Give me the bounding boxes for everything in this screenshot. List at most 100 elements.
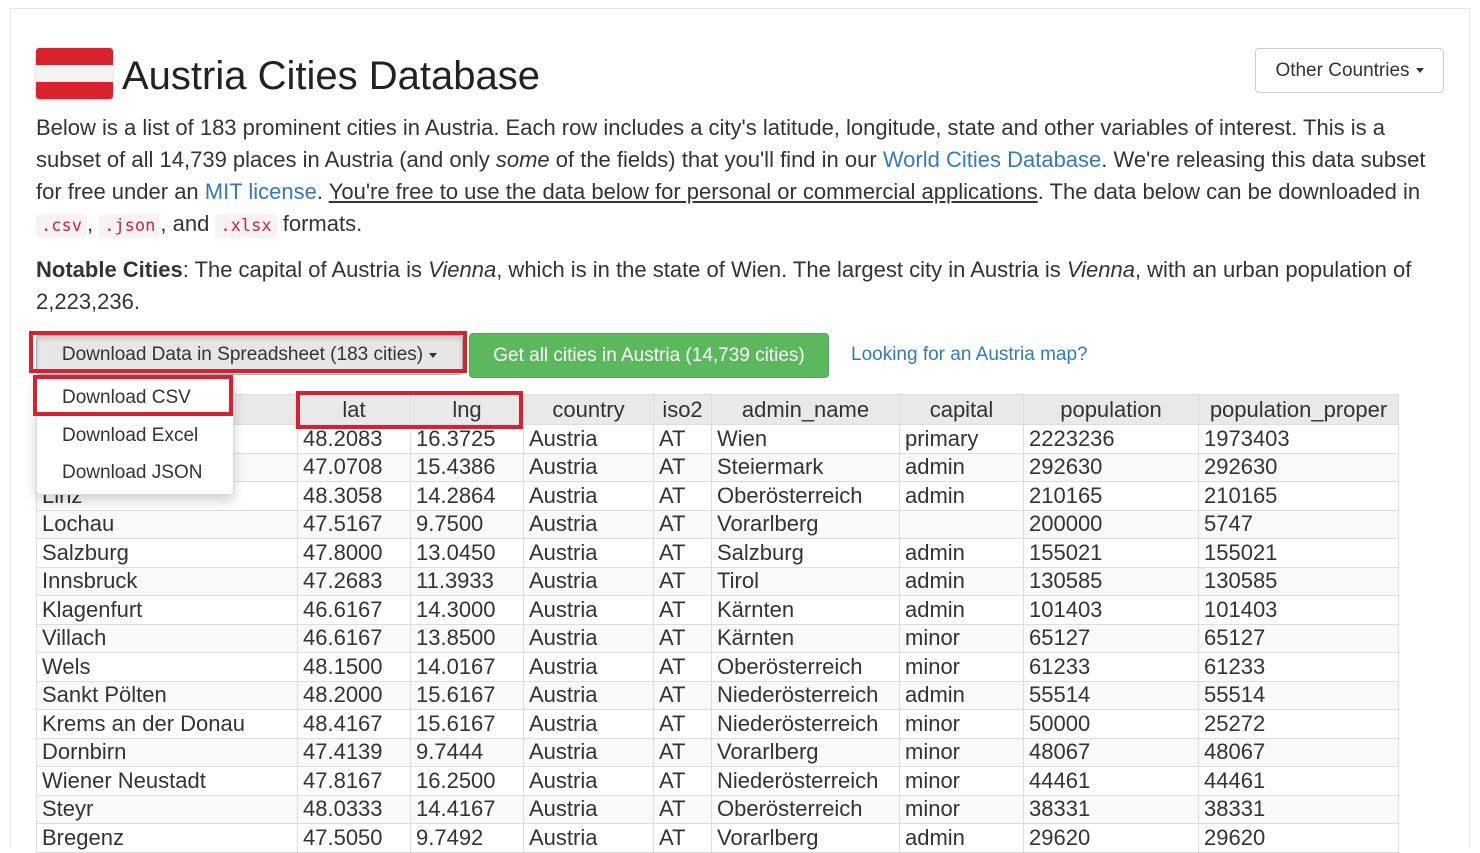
table-cell-population_proper: 48067 bbox=[1198, 737, 1399, 767]
table-cell-lng: 14.3000 bbox=[410, 595, 524, 625]
column-header[interactable]: capital bbox=[899, 394, 1024, 425]
table-cell-population_proper: 130585 bbox=[1198, 566, 1399, 596]
table-cell-capital: minor bbox=[899, 737, 1024, 767]
table-row: Dornbirn 47.4139 9.7444 Austria AT Vorarlberg… bbox=[36, 737, 1399, 767]
table-cell-population: 38331 bbox=[1023, 794, 1199, 824]
table-cell-country: Austria bbox=[523, 452, 654, 482]
intro-text: , bbox=[86, 211, 100, 236]
table-cell-population_proper: 29620 bbox=[1198, 823, 1399, 853]
table-cell-population: 48067 bbox=[1023, 737, 1199, 767]
get-all-cities-button[interactable]: Get all cities in Austria (14,739 cities… bbox=[469, 333, 829, 378]
intro-text: of the fields) that you'll find in our bbox=[549, 147, 883, 172]
table-cell-country: Austria bbox=[523, 766, 654, 796]
column-header[interactable]: admin_name bbox=[711, 394, 900, 425]
table-cell-population_proper: 61233 bbox=[1198, 652, 1399, 682]
table-cell-admin_name: Kärnten bbox=[711, 623, 900, 653]
table-row: Sankt Pölten 48.2000 15.6167 Austria AT Niede… bbox=[36, 680, 1399, 710]
table-cell-lng: 13.0450 bbox=[410, 538, 524, 568]
download-json-item[interactable]: Download JSON bbox=[37, 454, 233, 492]
table-cell-country: Austria bbox=[523, 424, 654, 454]
world-cities-link[interactable]: World Cities Database bbox=[883, 147, 1101, 172]
table-row: Linz 48.3058 14.2864 Austria AT Oberösterreic… bbox=[36, 481, 1399, 511]
table-cell-population: 61233 bbox=[1023, 652, 1199, 682]
table-cell-iso2: AT bbox=[653, 652, 712, 682]
table-cell-population: 65127 bbox=[1023, 623, 1199, 653]
table-cell-lng: 9.7492 bbox=[410, 823, 524, 853]
table-cell-lat: 48.3058 bbox=[297, 481, 411, 511]
table-cell-lat: 47.2683 bbox=[297, 566, 411, 596]
table-cell-lat: 47.5050 bbox=[297, 823, 411, 853]
table-cell-admin_name: Niederösterreich bbox=[711, 680, 900, 710]
notable-cities-paragraph: Notable Cities: The capital of Austria i… bbox=[36, 254, 1446, 318]
column-header[interactable]: population bbox=[1023, 394, 1199, 425]
cities-table-wrapper: city lat lng country iso2 admin_name cap… bbox=[36, 394, 1399, 853]
table-cell-population: 101403 bbox=[1023, 595, 1199, 625]
table-cell-capital: minor bbox=[899, 652, 1024, 682]
table-cell-city: Wiener Neustadt bbox=[36, 766, 298, 796]
column-header[interactable]: lng bbox=[410, 394, 524, 425]
table-row: Innsbruck 47.2683 11.3933 Austria AT Tirol adm… bbox=[36, 566, 1399, 596]
austria-map-link[interactable]: Looking for an Austria map? bbox=[851, 342, 1088, 368]
table-cell-lat: 46.6167 bbox=[297, 623, 411, 653]
format-csv: .csv bbox=[36, 214, 87, 238]
download-excel-item[interactable]: Download Excel bbox=[37, 417, 233, 455]
table-cell-population_proper: 44461 bbox=[1198, 766, 1399, 796]
mit-license-link[interactable]: MIT license bbox=[205, 179, 317, 204]
table-cell-country: Austria bbox=[523, 595, 654, 625]
table-cell-city: Sankt Pölten bbox=[36, 680, 298, 710]
table-cell-lng: 16.2500 bbox=[410, 766, 524, 796]
column-header[interactable]: country bbox=[523, 394, 654, 425]
table-cell-lng: 16.3725 bbox=[410, 424, 524, 454]
table-cell-admin_name: Oberösterreich bbox=[711, 794, 900, 824]
table-cell-iso2: AT bbox=[653, 566, 712, 596]
download-dropdown-menu: Download CSV Download Excel Download JSO… bbox=[36, 375, 234, 495]
format-xlsx: .xlsx bbox=[215, 214, 277, 238]
table-cell-country: Austria bbox=[523, 823, 654, 853]
download-csv-item[interactable]: Download CSV bbox=[37, 379, 233, 417]
table-cell-lat: 48.2083 bbox=[297, 424, 411, 454]
table-cell-lat: 48.2000 bbox=[297, 680, 411, 710]
table-cell-country: Austria bbox=[523, 709, 654, 739]
table-cell-iso2: AT bbox=[653, 823, 712, 853]
intro-text: . bbox=[316, 179, 329, 204]
table-cell-iso2: AT bbox=[653, 794, 712, 824]
table-cell-country: Austria bbox=[523, 481, 654, 511]
column-header[interactable]: iso2 bbox=[653, 394, 712, 425]
table-cell-iso2: AT bbox=[653, 623, 712, 653]
table-cell-capital: minor bbox=[899, 766, 1024, 796]
largest-city-name: Vienna bbox=[1066, 257, 1135, 282]
table-cell-country: Austria bbox=[523, 737, 654, 767]
table-row: Krems an der Donau 48.4167 15.6167 Austria A… bbox=[36, 709, 1399, 739]
table-cell-capital: minor bbox=[899, 623, 1024, 653]
table-cell-population_proper: 210165 bbox=[1198, 481, 1399, 511]
table-cell-city: Innsbruck bbox=[36, 566, 298, 596]
caret-down-icon bbox=[429, 352, 438, 358]
table-cell-admin_name: Kärnten bbox=[711, 595, 900, 625]
table-cell-lng: 14.0167 bbox=[410, 652, 524, 682]
table-row: Graz47.070815.4386AustriaATSteiermarkadm… bbox=[36, 452, 1399, 482]
table-cell-iso2: AT bbox=[653, 481, 712, 511]
table-row: Lochau 47.5167 9.7500 Austria AT Vorarlberg 20… bbox=[36, 509, 1399, 539]
table-row: Klagenfurt 46.6167 14.3000 Austria AT Kärnten… bbox=[36, 595, 1399, 625]
table-cell-population: 155021 bbox=[1023, 538, 1199, 568]
other-countries-button[interactable]: Other Countries bbox=[1255, 48, 1444, 93]
intro-emphasis: some bbox=[495, 147, 550, 172]
table-cell-population: 210165 bbox=[1023, 481, 1199, 511]
table-cell-population_proper: 292630 bbox=[1198, 452, 1399, 482]
table-cell-country: Austria bbox=[523, 652, 654, 682]
download-spreadsheet-button[interactable]: Download Data in Spreadsheet (183 cities… bbox=[36, 335, 463, 375]
table-cell-city: Klagenfurt bbox=[36, 595, 298, 625]
column-header[interactable]: lat bbox=[297, 394, 411, 425]
table-cell-population: 29620 bbox=[1023, 823, 1199, 853]
table-cell-admin_name: Oberösterreich bbox=[711, 652, 900, 682]
table-cell-population_proper: 55514 bbox=[1198, 680, 1399, 710]
table-row: Bregenz 47.5050 9.7492 Austria AT Vorarlberg a… bbox=[36, 823, 1399, 853]
notable-text: : The capital of Austria is bbox=[182, 257, 429, 282]
table-cell-population: 200000 bbox=[1023, 509, 1199, 539]
notable-label: Notable Cities bbox=[36, 257, 183, 282]
table-cell-population_proper: 1973403 bbox=[1198, 424, 1399, 454]
table-cell-lat: 46.6167 bbox=[297, 595, 411, 625]
column-header[interactable]: population_proper bbox=[1198, 394, 1399, 425]
download-button-label: Download Data in Spreadsheet (183 cities… bbox=[61, 344, 424, 365]
table-cell-country: Austria bbox=[523, 538, 654, 568]
